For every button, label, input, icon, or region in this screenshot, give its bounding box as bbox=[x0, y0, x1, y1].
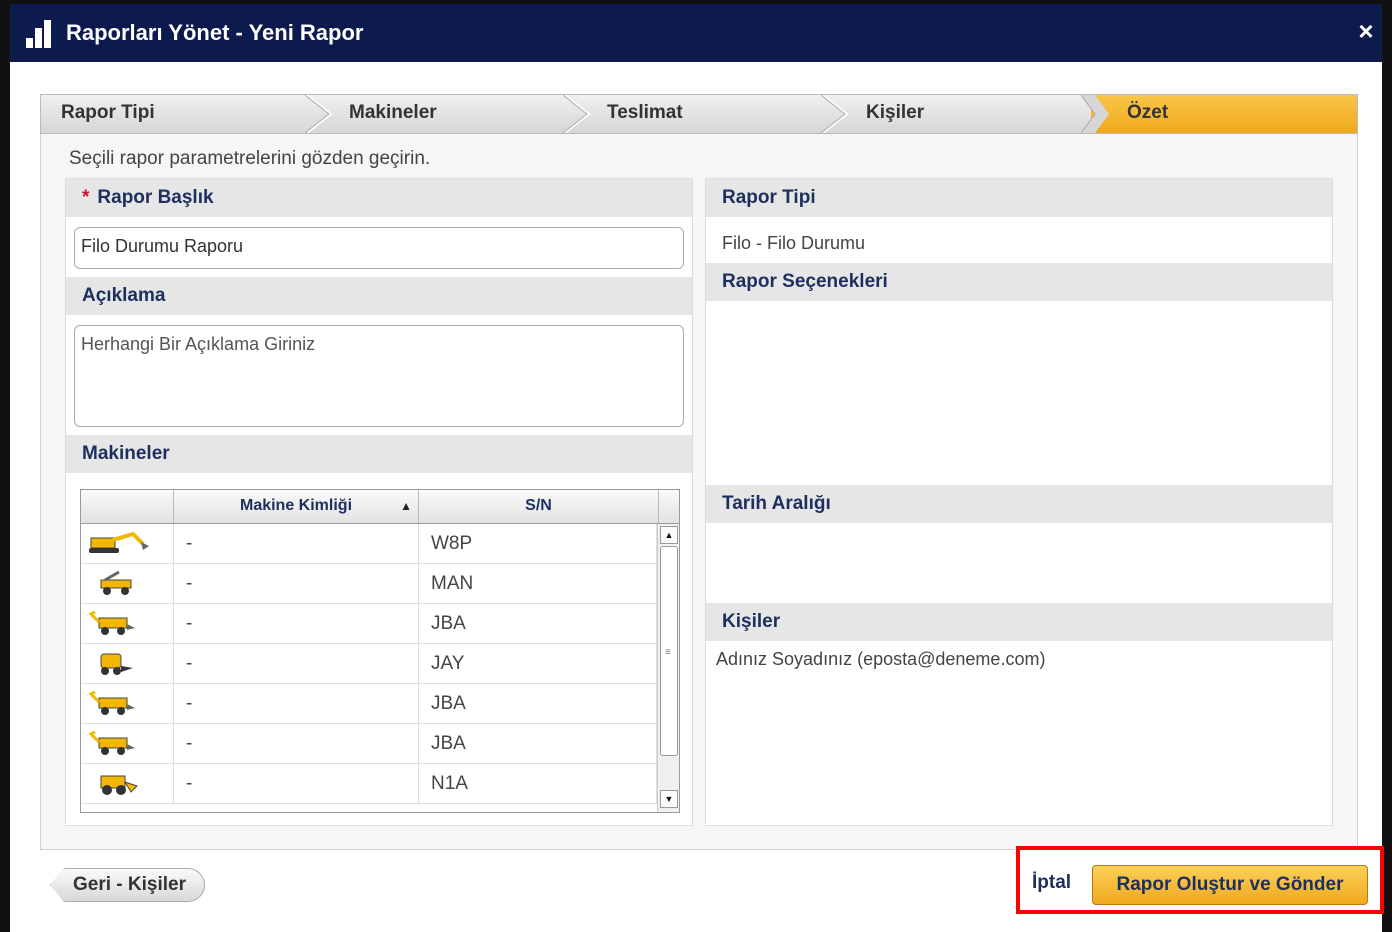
column-header-machine-id[interactable]: Makine Kimliği ▲ bbox=[174, 490, 419, 523]
people-value: Adınız Soyadınız (eposta@deneme.com) bbox=[716, 649, 1046, 669]
wizard-steps: Rapor Tipi Makineler Teslimat Kişiler Öz… bbox=[40, 94, 1358, 134]
summary-panel: Seçili rapor parametrelerini gözden geçi… bbox=[40, 134, 1358, 850]
grip-icon: ≡ bbox=[665, 647, 671, 658]
title-bar: Raporları Yönet - Yeni Rapor × bbox=[10, 0, 1382, 62]
column-header-sn[interactable]: S/N bbox=[419, 490, 659, 523]
table-row[interactable]: - JBA bbox=[81, 604, 657, 644]
skid-steer-icon bbox=[100, 653, 133, 675]
table-row[interactable]: - N1A bbox=[81, 764, 657, 804]
machine-icon-cell bbox=[81, 564, 174, 603]
report-title-heading: * Rapor Başlık bbox=[66, 179, 692, 217]
machine-sn: JAY bbox=[419, 644, 657, 683]
grid-header: Makine Kimliği ▲ S/N bbox=[81, 490, 679, 524]
machine-icon-cell bbox=[81, 524, 174, 563]
table-row[interactable]: - JBA bbox=[81, 684, 657, 724]
machine-icon-cell bbox=[81, 604, 174, 643]
backhoe-loader-icon bbox=[88, 730, 135, 755]
step-separator bbox=[820, 94, 849, 134]
table-row[interactable]: - MAN bbox=[81, 564, 657, 604]
table-row[interactable]: - W8P bbox=[81, 524, 657, 564]
machine-sn: JBA bbox=[419, 604, 657, 643]
grid-scrollbar[interactable]: ▲ ≡ ▼ bbox=[657, 524, 679, 812]
scroll-thumb[interactable]: ≡ bbox=[660, 546, 678, 756]
step-ozet[interactable]: Özet bbox=[1091, 95, 1357, 133]
cancel-link[interactable]: İptal bbox=[1032, 872, 1071, 894]
dialog-title: Raporları Yönet - Yeni Rapor bbox=[66, 20, 364, 45]
close-icon[interactable]: × bbox=[1352, 16, 1380, 46]
report-options-heading: Rapor Seçenekleri bbox=[706, 263, 1332, 301]
machine-icon-cell bbox=[81, 644, 174, 683]
report-type-value: Filo - Filo Durumu bbox=[722, 233, 866, 253]
machine-id: - bbox=[174, 724, 419, 763]
required-mark: * bbox=[82, 187, 90, 208]
machine-sn: MAN bbox=[419, 564, 657, 603]
machine-sn: W8P bbox=[419, 524, 657, 563]
machine-sn: JBA bbox=[419, 684, 657, 723]
dialog: Raporları Yönet - Yeni Rapor × Rapor Tip… bbox=[0, 0, 1392, 932]
machine-sn: JBA bbox=[419, 724, 657, 763]
date-range-heading: Tarih Aralığı bbox=[706, 485, 1332, 523]
back-button[interactable]: Geri - Kişiler bbox=[50, 868, 205, 902]
machine-id: - bbox=[174, 644, 419, 683]
step-teslimat[interactable]: Teslimat bbox=[587, 95, 827, 133]
description-heading: Açıklama bbox=[66, 277, 692, 315]
grid-body: - W8P - MAN - JBA - JAY - JBA - JBA - N1… bbox=[81, 524, 657, 812]
telehandler-icon bbox=[100, 570, 132, 595]
excavator-icon bbox=[89, 531, 149, 553]
machine-icon-cell bbox=[81, 684, 174, 723]
column-header-icon bbox=[81, 490, 174, 523]
backhoe-loader-icon bbox=[88, 610, 135, 635]
machine-icon-cell bbox=[81, 724, 174, 763]
sort-asc-icon: ▲ bbox=[400, 499, 412, 513]
report-type-heading: Rapor Tipi bbox=[706, 179, 1332, 217]
scroll-down-icon[interactable]: ▼ bbox=[660, 790, 678, 808]
machines-heading: Makineler bbox=[66, 435, 692, 473]
backhoe-loader-icon bbox=[88, 690, 135, 715]
intro-text: Seçili rapor parametrelerini gözden geçi… bbox=[69, 148, 431, 169]
scroll-up-icon[interactable]: ▲ bbox=[660, 526, 678, 544]
machine-id: - bbox=[174, 524, 419, 563]
report-title-label: Rapor Başlık bbox=[97, 187, 214, 208]
wheel-loader-icon bbox=[100, 775, 138, 795]
report-title-input[interactable]: Filo Durumu Raporu bbox=[74, 227, 684, 269]
right-column: Rapor Tipi Filo - Filo Durumu Rapor Seçe… bbox=[705, 178, 1333, 826]
description-textarea[interactable]: Herhangi Bir Açıklama Giriniz bbox=[74, 325, 684, 427]
machines-grid: Makine Kimliği ▲ S/N - W8P - MAN - JBA -… bbox=[80, 489, 680, 813]
step-rapor-tipi[interactable]: Rapor Tipi bbox=[41, 95, 311, 133]
table-row[interactable]: - JBA bbox=[81, 724, 657, 764]
step-kisiler[interactable]: Kişiler bbox=[846, 95, 1096, 133]
machine-sn: N1A bbox=[419, 764, 657, 803]
machine-id: - bbox=[174, 764, 419, 803]
step-makineler[interactable]: Makineler bbox=[329, 95, 569, 133]
machine-id: - bbox=[174, 684, 419, 723]
machine-id: - bbox=[174, 564, 419, 603]
machine-icon-cell bbox=[81, 764, 174, 803]
step-separator bbox=[1080, 94, 1109, 134]
left-column: * Rapor Başlık Filo Durumu Raporu Açıklam… bbox=[65, 178, 693, 826]
people-heading: Kişiler bbox=[706, 603, 1332, 641]
reports-chart-icon bbox=[24, 18, 54, 48]
create-and-send-button[interactable]: Rapor Oluştur ve Gönder bbox=[1092, 865, 1368, 905]
machine-id: - bbox=[174, 604, 419, 643]
table-row[interactable]: - JAY bbox=[81, 644, 657, 684]
column-header-machine-id-label: Makine Kimliği bbox=[239, 497, 353, 514]
